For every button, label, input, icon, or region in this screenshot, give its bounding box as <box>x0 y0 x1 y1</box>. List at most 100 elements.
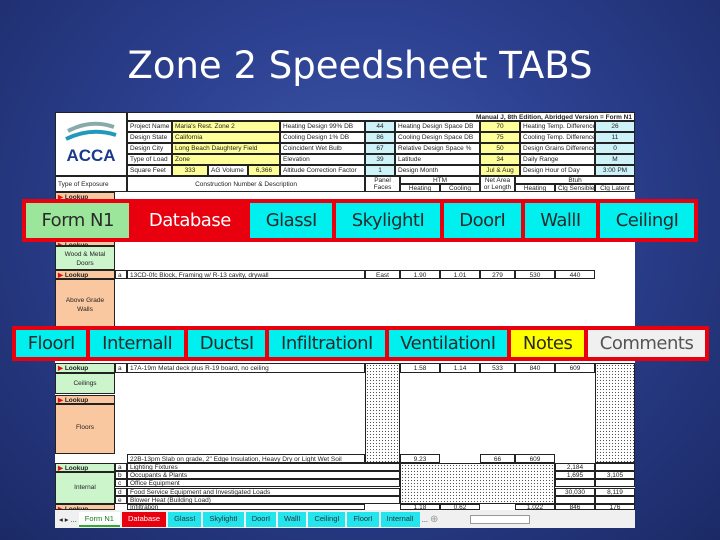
floor-length[interactable]: 66 <box>480 454 515 463</box>
sheet-tab[interactable]: SkylightI <box>203 511 244 527</box>
row-letter: e <box>115 495 127 504</box>
sheet-tab[interactable]: DoorI <box>245 511 277 527</box>
clg-latent-header: Clg Latent <box>595 184 635 192</box>
field-value[interactable]: 70 <box>480 121 520 132</box>
tab-skylighti[interactable]: SkylightI <box>336 203 440 238</box>
internal-latent: 3,105 <box>595 471 635 480</box>
more-tabs-right[interactable]: ... <box>422 515 428 524</box>
scroll-right-icon[interactable]: ▸ <box>65 515 69 524</box>
sheet-tab[interactable]: FloorI <box>347 511 379 527</box>
tab-glassi[interactable]: GlassI <box>250 203 333 238</box>
sheet-tab[interactable]: Database <box>121 511 167 527</box>
wall-btu-heating: 530 <box>515 270 555 279</box>
field-label: Heating Temp. Difference <box>520 121 595 132</box>
field-value[interactable]: 67 <box>365 143 395 154</box>
row-letter: a <box>115 363 127 373</box>
ceiling-htm-cooling: 1.14 <box>440 363 480 373</box>
field-value[interactable]: 44 <box>365 121 395 132</box>
tab-ceilingi[interactable]: CeilingI <box>600 203 694 238</box>
ceiling-btu-sensible: 609 <box>555 363 595 373</box>
sheet-tab[interactable]: WallI <box>278 511 307 527</box>
field-value[interactable]: Long Beach Daughtery Field <box>172 143 280 154</box>
row-letter: a <box>115 463 127 471</box>
add-sheet-icon[interactable]: ⊕ <box>430 514 438 525</box>
field-label: Design State <box>127 132 172 143</box>
row-letter: d <box>115 487 127 496</box>
tab-walli[interactable]: WallI <box>524 203 597 238</box>
wall-description[interactable]: 13CD-0fc Block, Framing w/ R-13 cavity, … <box>127 270 365 279</box>
field-value[interactable]: 39 <box>365 154 395 165</box>
lookup-button[interactable]: Lookup <box>55 363 115 373</box>
acca-logo: ACCA <box>55 112 127 176</box>
floor-description[interactable]: 22B-13pm Slab on grade, 2" Edge Insulati… <box>127 454 365 463</box>
lookup-button[interactable]: Lookup <box>55 463 115 472</box>
ceilings-group-label: Ceilings <box>55 373 115 394</box>
square-feet-value[interactable]: 333 <box>172 165 208 176</box>
floor-btu-heating: 609 <box>515 454 555 463</box>
ceiling-description[interactable]: 17A-19m Metal deck plus R-19 board, no c… <box>127 363 365 373</box>
field-label: Heating Design Space DB <box>395 121 480 132</box>
spreadsheet: ACCA Manual J, 8th Edition, Abridged Ver… <box>55 112 635 528</box>
ag-volume-value[interactable]: 6,366 <box>248 165 280 176</box>
wall-area[interactable]: 279 <box>480 270 515 279</box>
internal-load-description: Occupants & Plants <box>127 471 400 480</box>
field-label: Coincident Wet Bulb <box>280 143 365 154</box>
field-label: Cooling Design Space DB <box>395 132 480 143</box>
field-value[interactable]: 0 <box>595 143 635 154</box>
btuh-header: Btuh <box>515 176 635 184</box>
field-value[interactable]: 86 <box>365 132 395 143</box>
sheet-tab[interactable]: InternalI <box>380 511 420 527</box>
floor-htm-heating: 9.23 <box>400 454 440 463</box>
btuh-heating-header: Heating <box>515 184 555 192</box>
field-value[interactable]: Jul & Aug <box>480 165 520 176</box>
tab-ventilationi[interactable]: VentilationI <box>388 330 508 357</box>
htm-cooling-header: Cooling <box>440 184 480 192</box>
lookup-button[interactable]: Lookup <box>55 270 115 279</box>
row-letter: b <box>115 471 127 480</box>
field-value[interactable]: 3:00 PM <box>595 165 635 176</box>
more-tabs-left[interactable]: ... <box>71 515 77 524</box>
tab-comments[interactable]: Comments <box>588 330 706 357</box>
field-value[interactable]: California <box>172 132 280 143</box>
field-value[interactable]: Zone <box>172 154 280 165</box>
form-banner: Manual J, 8th Edition, Abridged Version … <box>127 112 635 121</box>
sheet-tab[interactable]: Form N1 <box>78 511 120 527</box>
lookup-button[interactable]: Lookup <box>55 395 115 404</box>
field-value[interactable]: 1 <box>365 165 395 176</box>
tab-infiltrationi[interactable]: InfiltrationI <box>269 330 385 357</box>
field-value[interactable]: 34 <box>480 154 520 165</box>
sheet-tab[interactable]: CeilingI <box>308 511 346 527</box>
field-value[interactable]: 11 <box>595 132 635 143</box>
hatched-cells <box>400 463 555 504</box>
field-label: Design City <box>127 143 172 154</box>
tab-doori[interactable]: DoorI <box>443 203 521 238</box>
tab-notes[interactable]: Notes <box>511 330 585 357</box>
field-value[interactable]: Maria's Rest. Zone 2 <box>172 121 280 132</box>
tab-floori[interactable]: FloorI <box>16 330 87 357</box>
internal-sensible: 30,030 <box>555 487 595 496</box>
sheet-tab[interactable]: GlassI <box>168 511 202 527</box>
slide-title: Zone 2 Speedsheet TABS <box>127 44 593 87</box>
wall-panel[interactable]: East <box>365 270 400 279</box>
tab-form-n1[interactable]: Form N1 <box>26 203 130 238</box>
field-label: Design Month <box>395 165 480 176</box>
field-label: AG Volume <box>208 165 248 176</box>
field-value[interactable]: M <box>595 154 635 165</box>
svg-text:ACCA: ACCA <box>66 146 115 165</box>
internal-latent <box>595 479 635 488</box>
ceiling-area[interactable]: 533 <box>480 363 515 373</box>
sheet-tab-bar: ◂ ▸ ... Form N1 Database GlassI SkylightI Do… <box>55 510 635 528</box>
scroll-left-icon[interactable]: ◂ <box>59 515 63 524</box>
field-label: Project Name <box>127 121 172 132</box>
internal-sensible: 2,184 <box>555 463 595 471</box>
tab-database[interactable]: Database <box>133 203 247 238</box>
internal-load-description: Food Service Equipment and Investigated … <box>127 487 400 496</box>
horizontal-scrollbar[interactable] <box>470 514 531 524</box>
tab-ductsi[interactable]: DuctsI <box>188 330 266 357</box>
field-value[interactable]: 50 <box>480 143 520 154</box>
internal-latent: 8,119 <box>595 487 635 496</box>
field-value[interactable]: 26 <box>595 121 635 132</box>
field-value[interactable]: 75 <box>480 132 520 143</box>
tab-internali[interactable]: InternalI <box>90 330 185 357</box>
exposure-header: Type of Exposure <box>55 176 127 192</box>
